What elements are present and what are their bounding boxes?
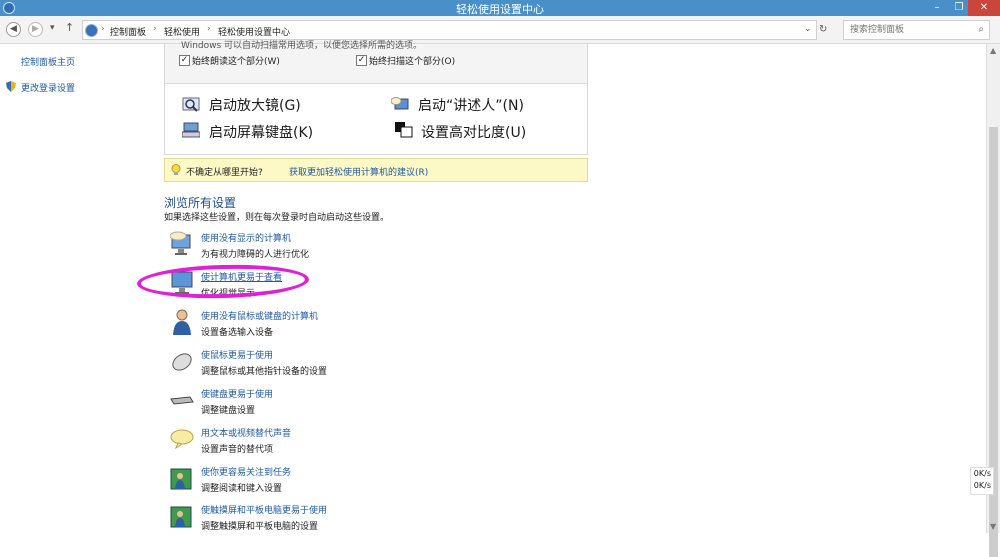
narrator-icon: [391, 97, 409, 110]
list-item: 使用没有显示的计算机 为有视力障碍的人进行优化: [170, 231, 590, 267]
control-panel-home-link[interactable]: 控制面板主页: [21, 55, 75, 68]
on-screen-keyboard-icon: [182, 122, 200, 138]
touch-tablet-icon: [170, 506, 192, 528]
upload-speed: 0K/s: [973, 469, 991, 478]
always-scan-label[interactable]: 始终扫描这个部分(O): [369, 54, 455, 67]
scan-description: Windows 可以自动扫描常用选项，以便您选择所需的选项。: [181, 41, 423, 51]
touch-tablet-easier-link[interactable]: 使触摸屏和平板电脑更易于使用: [201, 503, 327, 516]
text-visual-alternatives-link[interactable]: 用文本或视频替代声音: [201, 426, 291, 439]
use-without-mouse-keyboard-link[interactable]: 使用没有鼠标或键盘的计算机: [201, 309, 318, 322]
address-bar[interactable]: › 控制面板 › 轻松使用 › 轻松使用设置中心 ⌄: [82, 20, 817, 40]
refresh-icon[interactable]: ↻: [819, 24, 827, 35]
make-mouse-easier-link[interactable]: 使鼠标更易于使用: [201, 348, 273, 361]
tip-bar: 不确定从哪里开始? 获取更加轻松使用计算机的建议(R): [164, 158, 588, 182]
scroll-down-arrow-icon[interactable]: ▼: [990, 522, 996, 531]
touch-tablet-easier-desc: 调整触摸屏和平板电脑的设置: [201, 522, 319, 532]
minimize-button[interactable]: –: [926, 0, 948, 16]
close-button[interactable]: ✕: [968, 0, 1000, 16]
computer-no-display-icon: [170, 231, 191, 255]
start-on-screen-keyboard-button[interactable]: 启动屏幕键盘(K): [209, 122, 313, 142]
start-narrator-button[interactable]: 启动“讲述人”(N): [418, 95, 524, 115]
breadcrumb-separator[interactable]: ›: [153, 24, 157, 34]
high-contrast-icon: [395, 122, 413, 138]
network-speed-widget: 0K/s 0K/s: [970, 467, 994, 495]
scan-options-area: Windows 可以自动扫描常用选项，以便您选择所需的选项。 ✓ 始终朗读这个部…: [165, 41, 587, 84]
maximize-button[interactable]: ❐: [948, 0, 970, 16]
scroll-up-arrow-icon[interactable]: ▲: [990, 46, 996, 55]
control-panel-icon: [85, 24, 98, 37]
use-without-mouse-keyboard-desc: 设置备选输入设备: [201, 328, 274, 338]
search-icon[interactable]: ⌕: [978, 24, 984, 35]
breadcrumb-control-panel[interactable]: 控制面板: [110, 25, 146, 38]
recent-locations-chevron-icon[interactable]: ▾: [50, 23, 55, 33]
magnifier-icon: [182, 97, 200, 112]
start-magnifier-button[interactable]: 启动放大镜(G): [209, 95, 301, 115]
use-without-display-desc: 为有视力障碍的人进行优化: [201, 250, 310, 260]
make-keyboard-easier-desc: 调整键盘设置: [201, 406, 256, 416]
window-title: 轻松使用设置中心: [456, 3, 544, 16]
focus-tasks-icon: [170, 468, 192, 490]
set-high-contrast-button[interactable]: 设置高对比度(U): [421, 122, 526, 142]
browse-all-settings-subheading: 如果选择这些设置，则在每次登录时自动启动这些设置。: [164, 213, 390, 223]
search-input[interactable]: [848, 23, 968, 37]
list-item: 使鼠标更易于使用 调整鼠标或其他指针设备的设置: [170, 348, 590, 384]
quick-access-panel: Windows 可以自动扫描常用选项，以便您选择所需的选项。 ✓ 始终朗读这个部…: [164, 41, 588, 155]
lightbulb-icon: [171, 164, 181, 175]
browse-all-settings-heading: 浏览所有设置: [164, 196, 237, 210]
speech-bubble-icon: [170, 429, 194, 450]
address-dropdown-icon[interactable]: ⌄: [804, 24, 812, 34]
breadcrumb-ease-of-access-center[interactable]: 轻松使用设置中心: [218, 25, 290, 38]
text-visual-alternatives-desc: 设置声音的替代项: [201, 445, 274, 455]
breadcrumb-separator[interactable]: ›: [101, 24, 105, 34]
focus-on-tasks-link[interactable]: 使你更容易关注到任务: [201, 465, 291, 478]
use-without-display-link[interactable]: 使用没有显示的计算机: [201, 231, 291, 244]
search-box[interactable]: ⌕: [843, 20, 990, 40]
make-keyboard-easier-link[interactable]: 使键盘更易于使用: [201, 387, 273, 400]
back-button[interactable]: ◀: [6, 22, 21, 37]
always-read-checkbox[interactable]: ✓: [179, 55, 190, 66]
forward-button[interactable]: ▶: [28, 22, 43, 37]
list-item: 用文本或视频替代声音 设置声音的替代项: [170, 426, 590, 462]
mouse-icon: [172, 353, 192, 371]
tip-prefix-text: 不确定从哪里开始?: [186, 168, 263, 178]
list-item: 使你更容易关注到任务 调整阅读和键入设置: [170, 465, 590, 501]
person-icon: [173, 309, 191, 335]
up-arrow-icon[interactable]: ↑: [65, 21, 74, 34]
vertical-scrollbar[interactable]: ▲ ▼: [986, 44, 1000, 557]
navigation-bar: ◀ ▶ ▾ ↑ › 控制面板 › 轻松使用 › 轻松使用设置中心 ⌄ ↻ ⌕: [0, 16, 1000, 44]
always-scan-checkbox[interactable]: ✓: [356, 55, 367, 66]
change-sign-in-settings-link[interactable]: 更改登录设置: [21, 81, 75, 94]
breadcrumb-ease-of-access[interactable]: 轻松使用: [164, 25, 200, 38]
make-mouse-easier-desc: 调整鼠标或其他指针设备的设置: [201, 367, 328, 377]
breadcrumb-separator[interactable]: ›: [207, 24, 211, 34]
keyboard-icon: [170, 396, 194, 405]
title-bar: 轻松使用设置中心 – ❐ ✕: [0, 0, 1000, 16]
list-item: 使用没有鼠标或键盘的计算机 设置备选输入设备: [170, 309, 590, 345]
always-read-label[interactable]: 始终朗读这个部分(W): [192, 54, 280, 67]
list-item: 使触摸屏和平板电脑更易于使用 调整触摸屏和平板电脑的设置: [170, 503, 590, 539]
focus-on-tasks-desc: 调整阅读和键入设置: [201, 484, 283, 494]
shield-icon: [6, 81, 16, 92]
list-item: 使键盘更易于使用 调整键盘设置: [170, 387, 590, 423]
download-speed: 0K/s: [973, 481, 991, 490]
get-recommendations-link[interactable]: 获取更加轻松使用计算机的建议(R): [289, 165, 428, 178]
